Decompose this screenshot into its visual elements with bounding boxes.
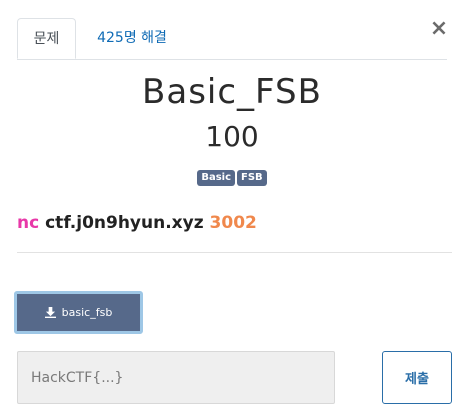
- host-text: ctf.j0n9hyun.xyz: [45, 213, 204, 233]
- divider: [17, 252, 452, 253]
- flag-input[interactable]: [17, 351, 335, 404]
- challenge-name: Basic_FSB: [142, 72, 322, 112]
- challenge-value: 100: [205, 120, 259, 153]
- submit-button[interactable]: 제출: [382, 351, 452, 404]
- tab-challenge[interactable]: 문제: [17, 18, 76, 59]
- challenge-tags: Basic FSB: [0, 170, 464, 186]
- tag-badge: Basic: [197, 170, 236, 186]
- tag-badge: FSB: [237, 170, 267, 186]
- challenge-description: nc ctf.j0n9hyun.xyz 3002: [17, 213, 257, 233]
- port-text: 3002: [209, 213, 257, 233]
- file-download-button[interactable]: basic_fsb: [14, 291, 143, 334]
- challenge-tabs: 문제 425명 해결: [17, 18, 447, 60]
- file-label: basic_fsb: [61, 306, 113, 319]
- download-icon: [44, 307, 56, 318]
- tab-solves[interactable]: 425명 해결: [89, 18, 175, 58]
- close-icon[interactable]: ×: [428, 17, 450, 41]
- command-prefix: nc: [17, 213, 40, 233]
